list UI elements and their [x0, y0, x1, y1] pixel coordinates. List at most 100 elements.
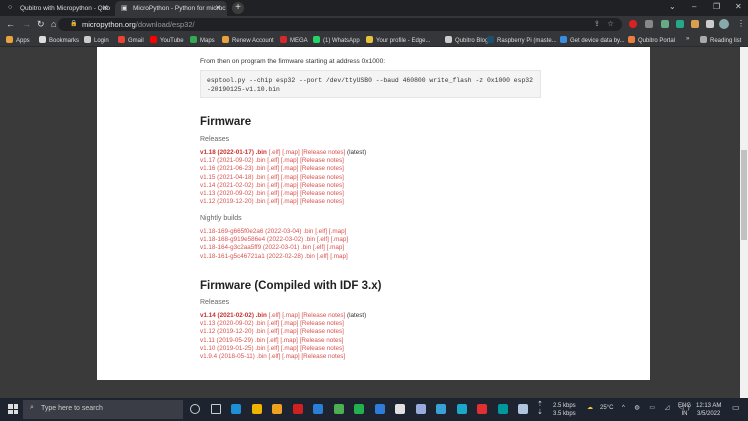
firmware-bin-link[interactable]: v1.16 (2021-06-23) .bin [200, 165, 265, 172]
firmware-extra-links[interactable]: [.elf] [.map] [Release notes] [267, 337, 344, 344]
firmware-bin-link[interactable]: v1.18-161-g5c46721a1 (2022-02-28) .bin [200, 253, 315, 260]
firmware-extra-links[interactable]: [.elf] [.map] [Release notes] [267, 182, 344, 189]
taskbar-app-icon[interactable] [477, 404, 487, 414]
forward-icon[interactable]: → [22, 19, 31, 29]
taskbar-app-icon[interactable] [456, 404, 467, 414]
notification-icon[interactable]: ▭ [732, 403, 740, 412]
firmware-bin-link[interactable]: v1.13 (2020-09-02) .bin [200, 190, 265, 197]
firmware-bin-link[interactable]: v1.10 (2019-01-25) .bin [200, 345, 265, 352]
bookmark-item[interactable]: Gmail [118, 36, 144, 44]
avatar[interactable] [719, 19, 729, 29]
taskbar-app-icon[interactable] [374, 404, 385, 414]
extension-icon[interactable] [691, 20, 699, 28]
taskbar-app-icon[interactable] [518, 404, 528, 414]
firmware-bin-link[interactable]: v1.18-169-g665f0e2a6 (2022-03-04) .bin [200, 228, 313, 235]
bookmark-item[interactable]: Get device data by... [560, 36, 625, 44]
firmware-extra-links[interactable]: [.elf] [.map] [Release notes] [267, 190, 344, 197]
firmware-bin-link[interactable]: v1.13 (2020-09-02) .bin [200, 320, 265, 327]
bookmark-item[interactable]: MEGA [280, 36, 308, 44]
firmware-bin-link[interactable]: v1.18-168-g919e586e4 (2022-03-02) .bin [200, 236, 315, 243]
firmware-bin-link[interactable]: v1.12 (2019-12-20) .bin [200, 328, 265, 335]
windows-start-icon[interactable] [8, 404, 18, 414]
taskbar-app-icon[interactable] [231, 404, 241, 414]
firmware-bin-link[interactable]: v1.14 (2021-02-02) .bin [200, 182, 265, 189]
taskbar-app-icon[interactable] [436, 404, 446, 414]
close-window-button[interactable]: ✕ [735, 2, 742, 11]
firmware-extra-links[interactable]: [.elf] [.map] [Release notes] [269, 149, 346, 156]
language-indicator[interactable]: ENG IN [678, 402, 691, 418]
firmware-extra-links[interactable]: [.elf] [.map] [317, 236, 348, 243]
bookmark-item[interactable]: Qubitro Portal [628, 36, 675, 44]
minimize-button[interactable]: – [692, 2, 696, 11]
firmware-extra-links[interactable]: [.elf] [.map] [Release notes] [267, 345, 344, 352]
weather-temp[interactable]: 25°C [600, 405, 613, 411]
taskbar-app-icon[interactable] [415, 404, 426, 414]
firmware-extra-links[interactable]: [.elf] [.map] [Release notes] [267, 174, 344, 181]
taskbar-app-icon[interactable] [292, 404, 303, 414]
back-icon[interactable]: ← [6, 19, 15, 29]
firmware-extra-links[interactable]: [.elf] [.map] [Release notes] [269, 353, 346, 360]
bookmark-icon [280, 36, 287, 43]
firmware-extra-links[interactable]: [.elf] [.map] [313, 244, 344, 251]
tab-qubitro[interactable]: ○ Qubitro with Micropython - Qub ✕ [2, 1, 114, 16]
clock[interactable]: 12:13 AM 3/5/2022 [696, 402, 721, 418]
taskbar-search[interactable]: ⌕ Type here to search [23, 400, 183, 419]
firmware-bin-link[interactable]: v1.12 (2019-12-20) .bin [200, 198, 265, 205]
firmware-extra-links[interactable]: [.elf] [.map] [317, 253, 348, 260]
star-icon[interactable]: ☆ [607, 19, 614, 28]
reading-list-button[interactable]: Reading list [700, 36, 741, 44]
bookmark-item[interactable]: Bookmarks [39, 36, 79, 44]
more-bookmarks-icon[interactable]: » [686, 36, 689, 42]
bookmark-item[interactable]: Raspberry Pi (maste... [487, 36, 557, 44]
taskbar-app-icon[interactable] [210, 404, 221, 414]
firmware-bin-link[interactable]: v1.17 (2021-09-02) .bin [200, 157, 265, 164]
firmware-extra-links[interactable]: [.elf] [.map] [Release notes] [267, 328, 344, 335]
bookmark-item[interactable]: (1) WhatsApp [313, 36, 360, 44]
scrollbar-thumb[interactable] [741, 150, 747, 240]
firmware-extra-links[interactable]: [.elf] [.map] [Release notes] [267, 198, 344, 205]
taskbar-app-icon[interactable] [190, 404, 200, 414]
bookmark-item[interactable]: Renew Account [222, 36, 274, 44]
puzzle-icon[interactable] [706, 20, 714, 28]
extension-icon[interactable] [629, 20, 637, 28]
reload-icon[interactable]: ↻ [37, 19, 45, 30]
taskbar-app-icon[interactable] [497, 404, 508, 414]
taskbar-app-icon[interactable] [333, 404, 344, 414]
tab-micropython[interactable]: ▣ MicroPython - Python for microc ✕ [115, 1, 227, 16]
firmware-bin-link[interactable]: v1.14 (2021-02-02) .bin [200, 312, 267, 319]
firmware-extra-links[interactable]: [.elf] [.map] [Release notes] [267, 165, 344, 172]
taskbar-app-icon[interactable] [272, 404, 282, 414]
taskbar-app-icon[interactable] [313, 404, 323, 414]
firmware-extra-links[interactable]: [.elf] [.map] [315, 228, 346, 235]
firmware-bin-link[interactable]: v1.18-164-g3c2aa5ff9 (2022-03-01) .bin [200, 244, 311, 251]
taskbar-app-icon[interactable] [354, 404, 364, 414]
firmware-extra-links[interactable]: [.elf] [.map] [Release notes] [267, 157, 344, 164]
extension-icon[interactable] [676, 20, 684, 28]
tab-search-icon[interactable]: ⌄ [669, 2, 676, 11]
bookmark-item[interactable]: YouTube [150, 36, 184, 44]
firmware-extra-links[interactable]: [.elf] [.map] [Release notes] [269, 312, 346, 319]
shield-extension-icon[interactable] [645, 20, 653, 28]
restore-button[interactable]: ❐ [713, 2, 720, 11]
taskbar-app-icon[interactable] [251, 404, 262, 414]
extension-icon[interactable] [661, 20, 669, 28]
close-tab-icon[interactable]: ✕ [102, 4, 108, 12]
home-icon[interactable]: ⌂ [51, 19, 56, 29]
new-tab-button[interactable]: + [232, 2, 244, 14]
bookmark-item[interactable]: Login [84, 36, 109, 44]
firmware-extra-links[interactable]: [.elf] [.map] [Release notes] [267, 320, 344, 327]
firmware-bin-link[interactable]: v1.18 (2022-01-17) .bin [200, 149, 267, 156]
firmware-bin-link[interactable]: v1.11 (2019-05-29) .bin [200, 337, 265, 344]
close-tab-icon[interactable]: ✕ [215, 4, 221, 12]
address-bar[interactable]: 🔒 micropython.org/download/esp32/ ⇪ ☆ [58, 18, 622, 31]
firmware-bin-link[interactable]: v1.15 (2021-04-18) .bin [200, 174, 265, 181]
firmware-row: v1.18 (2022-01-17) .bin [.elf] [.map] [R… [200, 149, 366, 157]
firmware-bin-link[interactable]: v1.9.4 (2018-05-11) .bin [200, 353, 267, 360]
bookmark-item[interactable]: Apps [6, 36, 30, 44]
taskbar-app-icon[interactable] [395, 404, 405, 414]
bookmark-item[interactable]: Your profile - Edge... [366, 36, 430, 44]
menu-icon[interactable]: ⋮ [737, 19, 745, 28]
bookmark-item[interactable]: Maps [190, 36, 215, 44]
share-icon[interactable]: ⇪ [594, 19, 600, 28]
bookmark-item[interactable]: Qubitro Blog [445, 36, 488, 44]
